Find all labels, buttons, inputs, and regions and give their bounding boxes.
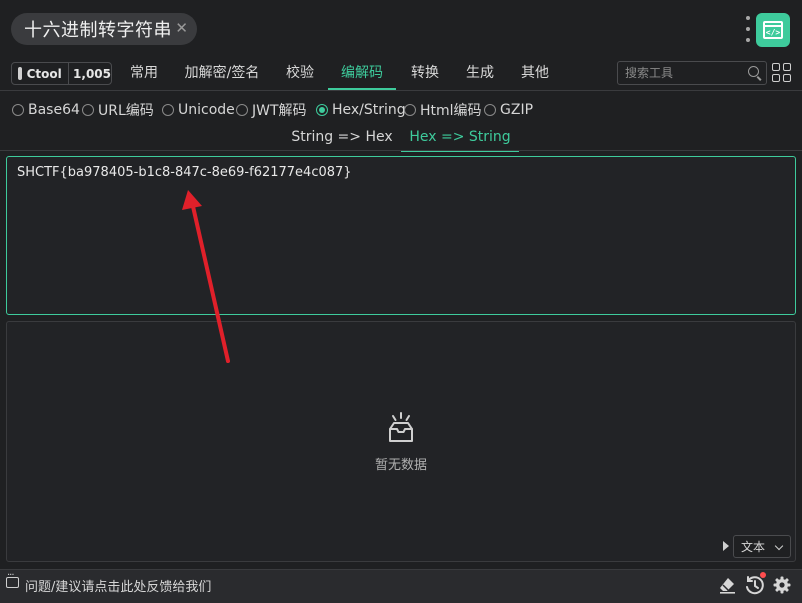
radio-dot (162, 104, 174, 116)
empty-inbox-icon (389, 412, 413, 442)
feedback-link[interactable]: 问题/建议请点击此处反馈给我们 (25, 576, 211, 595)
radio-dot (316, 104, 328, 116)
radio-label: Unicode (178, 102, 235, 118)
feedback-icon[interactable] (6, 570, 19, 588)
tool-title-chip[interactable]: 十六进制转字符串 ✕ (11, 13, 197, 45)
output-format-select[interactable]: 文本 (733, 535, 791, 558)
radio-dot (404, 104, 416, 116)
tab-convert[interactable]: 转换 (401, 58, 449, 89)
input-textarea[interactable]: SHCTF{ba978405-b1c8-847c-8e69-f62177e4c0… (6, 156, 796, 315)
search-icon[interactable] (748, 66, 759, 77)
tab-other[interactable]: 其他 (511, 58, 559, 89)
star-count: 1,005 (73, 66, 111, 81)
app-logo-icon[interactable]: </> (756, 13, 790, 47)
github-icon (18, 67, 27, 80)
more-menu-icon[interactable] (745, 16, 751, 42)
subtab-string-to-hex[interactable]: String => Hex (288, 126, 396, 150)
radio-hex-string[interactable]: Hex/String (316, 101, 406, 119)
tool-title: 十六进制转字符串 (24, 20, 172, 41)
select-value: 文本 (741, 540, 766, 554)
radio-label: Html编码 (420, 103, 482, 119)
divider (0, 150, 802, 151)
grid-view-icon[interactable] (772, 63, 791, 82)
search-input[interactable] (617, 61, 767, 85)
radio-url-encode[interactable]: URL编码 (82, 101, 154, 119)
radio-html-encode[interactable]: Html编码 (404, 101, 482, 119)
radio-label: URL编码 (98, 103, 154, 119)
radio-gzip[interactable]: GZIP (484, 101, 533, 119)
input-value[interactable]: SHCTF{ba978405-b1c8-847c-8e69-f62177e4c0… (17, 165, 352, 180)
radio-label: Base64 (28, 102, 80, 118)
close-icon[interactable]: ✕ (175, 19, 188, 37)
gear-icon[interactable] (773, 576, 791, 594)
tab-encode-decode[interactable]: 编解码 (328, 58, 396, 90)
empty-state-text: 暂无数据 (374, 458, 427, 473)
radio-dot (484, 104, 496, 116)
tab-common[interactable]: 常用 (120, 58, 168, 89)
radio-dot (236, 104, 248, 116)
ctool-github-badge[interactable]: Ctool 1,005 (11, 62, 112, 85)
radio-dot (82, 104, 94, 116)
radio-jwt-decode[interactable]: JWT解码 (236, 101, 307, 119)
annotation-arrow (182, 190, 230, 363)
subtab-hex-to-string[interactable]: Hex => String (401, 126, 519, 152)
eraser-icon[interactable] (718, 576, 736, 594)
history-icon[interactable] (744, 575, 764, 595)
tab-checksum[interactable]: 校验 (276, 58, 324, 89)
notification-dot (760, 572, 766, 578)
radio-label: GZIP (500, 102, 534, 118)
expand-arrow-icon[interactable] (723, 541, 729, 551)
radio-base64[interactable]: Base64 (12, 101, 80, 119)
chevron-down-icon (774, 541, 784, 551)
radio-label: Hex/String (332, 102, 406, 118)
radio-unicode[interactable]: Unicode (162, 101, 235, 119)
tab-generate[interactable]: 生成 (456, 58, 504, 89)
radio-label: JWT解码 (252, 103, 307, 119)
radio-dot (12, 104, 24, 116)
tab-crypto-sign[interactable]: 加解密/签名 (176, 58, 268, 89)
ctool-label: Ctool (26, 66, 62, 81)
